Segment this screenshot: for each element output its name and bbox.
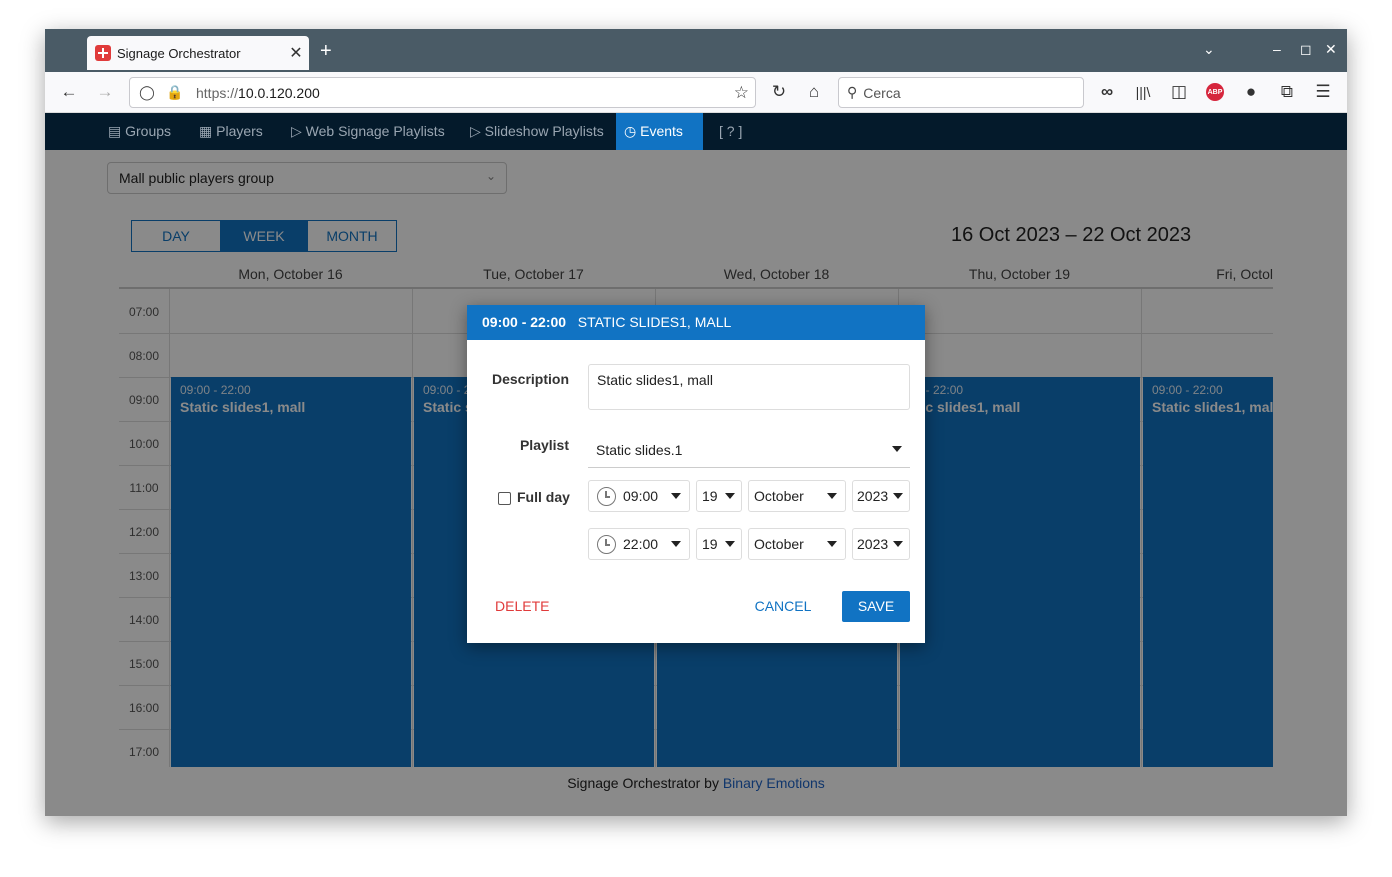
adblock-icon[interactable]: ABP bbox=[1203, 80, 1227, 104]
end-year-value: 2023 bbox=[857, 536, 889, 552]
cancel-button[interactable]: CANCEL bbox=[747, 591, 819, 622]
start-month-select[interactable]: October bbox=[748, 480, 846, 512]
minimize-icon[interactable]: ‒ bbox=[1273, 41, 1281, 57]
groups-icon: ▤ bbox=[108, 123, 126, 139]
browser-tab[interactable]: Signage Orchestrator ✕ bbox=[87, 36, 309, 70]
nav-bar: ← → ◯ 🔒 https://10.0.120.200 ☆ ↻ ⌂ ⚲ Cer… bbox=[45, 72, 1347, 113]
nav-events-label: Events bbox=[640, 123, 683, 139]
nav-players[interactable]: ▦ Players bbox=[191, 113, 271, 150]
nav-web-signage-playlists[interactable]: ▷ Web Signage Playlists bbox=[283, 113, 453, 150]
playlist-label: Playlist bbox=[519, 437, 569, 453]
extension-icon[interactable]: ● bbox=[1239, 80, 1263, 104]
end-time-value: 22:00 bbox=[623, 536, 659, 552]
tab-close-icon[interactable]: ✕ bbox=[283, 43, 309, 63]
close-window-icon[interactable]: ✕ bbox=[1325, 41, 1337, 58]
fullday-checkbox[interactable] bbox=[498, 492, 511, 505]
dialog-header-title: STATIC SLIDES1, MALL bbox=[577, 314, 732, 330]
shield-icon[interactable]: ◯ bbox=[136, 84, 158, 101]
event-dialog: 09:00 - 22:00 STATIC SLIDES1, MALL Descr… bbox=[467, 305, 925, 643]
playlist-select[interactable]: Static slides.1 bbox=[588, 430, 910, 468]
lock-icon[interactable]: 🔒 bbox=[164, 84, 186, 101]
caret-down-icon bbox=[671, 493, 681, 499]
play-icon: ▷ bbox=[470, 123, 485, 139]
delete-button[interactable]: DELETE bbox=[495, 591, 575, 622]
end-month-value: October bbox=[754, 536, 804, 552]
nav-players-label: Players bbox=[216, 123, 263, 139]
start-year-value: 2023 bbox=[857, 488, 889, 504]
mask-icon[interactable]: ∞ bbox=[1095, 80, 1119, 104]
save-button[interactable]: SAVE bbox=[842, 591, 910, 622]
playlist-select-value: Static slides.1 bbox=[596, 442, 683, 458]
url-protocol: https:// bbox=[196, 84, 239, 101]
back-icon[interactable]: ← bbox=[57, 80, 81, 104]
end-time-select[interactable]: 22:00 bbox=[588, 528, 690, 560]
nav-help[interactable]: [ ? ] bbox=[711, 113, 750, 150]
puzzle-icon[interactable]: ⧉ bbox=[1275, 80, 1299, 104]
browser-window: Signage Orchestrator ✕ + ⌄ ‒ ◻ ✕ ← → ◯ 🔒… bbox=[45, 29, 1347, 816]
caret-down-icon bbox=[827, 541, 837, 547]
dialog-header: 09:00 - 22:00 STATIC SLIDES1, MALL bbox=[467, 305, 925, 340]
adblock-badge: ABP bbox=[1206, 83, 1224, 101]
start-time-select[interactable]: 09:00 bbox=[588, 480, 690, 512]
play-icon: ▷ bbox=[291, 123, 306, 139]
caret-down-icon bbox=[892, 446, 902, 452]
url-host: 10.0.120.200 bbox=[238, 84, 320, 101]
start-year-select[interactable]: 2023 bbox=[852, 480, 910, 512]
search-icon: ⚲ bbox=[847, 84, 858, 100]
forward-icon[interactable]: → bbox=[93, 80, 117, 104]
description-input[interactable]: Static slides1, mall bbox=[588, 364, 910, 410]
clock-icon bbox=[597, 487, 616, 506]
maximize-icon[interactable]: ◻ bbox=[1300, 41, 1312, 58]
nav-groups[interactable]: ▤ Groups bbox=[100, 113, 179, 150]
nav-web-playlists-label: Web Signage Playlists bbox=[305, 123, 445, 139]
nav-slideshow-playlists[interactable]: ▷ Slideshow Playlists bbox=[462, 113, 612, 150]
sidebar-icon[interactable]: ◫ bbox=[1167, 80, 1191, 104]
dialog-header-time: 09:00 - 22:00 bbox=[482, 314, 567, 330]
caret-down-icon bbox=[671, 541, 681, 547]
url-bar[interactable]: ◯ 🔒 https://10.0.120.200 ☆ bbox=[129, 77, 756, 108]
players-icon: ▦ bbox=[199, 123, 217, 139]
end-month-select[interactable]: October bbox=[748, 528, 846, 560]
clock-icon: ◷ bbox=[624, 123, 641, 139]
library-icon[interactable]: |||\ bbox=[1131, 80, 1155, 104]
start-month-value: October bbox=[754, 488, 804, 504]
star-icon[interactable]: ☆ bbox=[734, 83, 749, 103]
nav-groups-label: Groups bbox=[125, 123, 172, 139]
caret-down-icon bbox=[893, 493, 903, 499]
tab-bar: Signage Orchestrator ✕ + ⌄ ‒ ◻ ✕ bbox=[45, 29, 1347, 72]
nav-slideshow-label: Slideshow Playlists bbox=[484, 123, 604, 139]
menu-icon[interactable]: ☰ bbox=[1311, 80, 1335, 104]
tab-title: Signage Orchestrator bbox=[117, 45, 241, 61]
fullday-label: Full day bbox=[517, 489, 570, 505]
end-day-value: 19 bbox=[702, 536, 718, 552]
home-icon[interactable]: ⌂ bbox=[802, 80, 826, 104]
end-year-select[interactable]: 2023 bbox=[852, 528, 910, 560]
start-day-select[interactable]: 19 bbox=[696, 480, 742, 512]
clock-icon bbox=[597, 535, 616, 554]
nav-events[interactable]: ◷ Events bbox=[616, 113, 703, 150]
new-tab-button[interactable]: + bbox=[320, 40, 332, 63]
caret-down-icon bbox=[725, 493, 735, 499]
start-day-value: 19 bbox=[702, 488, 718, 504]
list-tabs-icon[interactable]: ⌄ bbox=[1203, 41, 1215, 58]
url-text: https://10.0.120.200 bbox=[196, 85, 320, 101]
app-navbar: ▤ Groups ▦ Players ▷ Web Signage Playlis… bbox=[45, 113, 1347, 150]
caret-down-icon bbox=[827, 493, 837, 499]
caret-down-icon bbox=[725, 541, 735, 547]
search-placeholder: Cerca bbox=[863, 84, 901, 101]
end-day-select[interactable]: 19 bbox=[696, 528, 742, 560]
search-input[interactable]: ⚲ Cerca bbox=[838, 77, 1084, 108]
start-time-value: 09:00 bbox=[623, 488, 659, 504]
description-label: Description bbox=[491, 371, 569, 387]
reload-icon[interactable]: ↻ bbox=[767, 80, 791, 104]
app-favicon-icon bbox=[95, 45, 111, 61]
caret-down-icon bbox=[893, 541, 903, 547]
